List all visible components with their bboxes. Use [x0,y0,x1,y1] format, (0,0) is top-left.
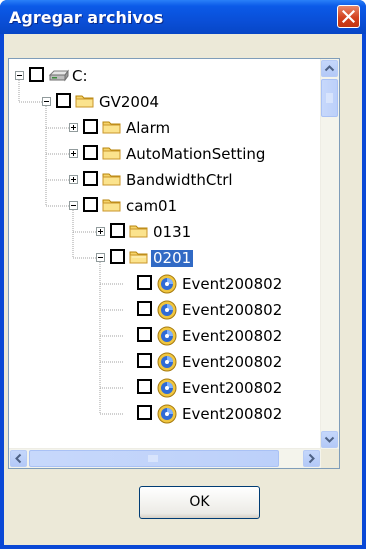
checkbox[interactable] [29,67,44,82]
arrow-down-icon [324,436,335,443]
tree-item-0131[interactable]: 0131 [9,221,321,243]
arrow-right-icon [308,453,315,464]
folder-icon [102,171,122,192]
event-file-icon [156,403,178,430]
scroll-right-button[interactable] [303,450,320,467]
tree-item-label: 0131 [153,223,192,241]
checkbox[interactable] [83,171,98,186]
tree-item-event-file[interactable]: Event200802 [9,351,321,373]
scrollbar-corner [321,449,339,468]
checkbox[interactable] [56,93,71,108]
arrow-left-icon [15,453,22,464]
tree-item-label: Event200802 [182,275,283,293]
expand-icon[interactable] [96,227,105,236]
tree-item-event-file[interactable]: Event200802 [9,273,321,295]
tree-content: C: GV2004 Alarm AutoMationSetting BandwidthC… [9,59,321,449]
folder-icon [129,223,149,244]
close-icon [342,10,355,23]
tree-item-0201[interactable]: 0201 [9,247,321,269]
tree-item-label: Alarm [126,119,171,137]
tree-item-label: Event200802 [182,379,283,397]
folder-tree-view[interactable]: C: GV2004 Alarm AutoMationSetting BandwidthC… [8,58,340,469]
close-button[interactable] [337,5,360,28]
tree-item-automationsetting[interactable]: AutoMationSetting [9,143,321,165]
checkbox[interactable] [137,301,152,316]
scroll-up-button[interactable] [321,60,338,77]
tree-item-label: Event200802 [182,301,283,319]
tree-item-label: GV2004 [99,93,160,111]
vertical-scrollbar[interactable] [320,59,339,449]
expand-icon[interactable] [69,175,78,184]
tree-item-label: BandwidthCtrl [126,171,233,189]
expand-icon[interactable] [69,123,78,132]
title-bar[interactable]: Agregar archivos [0,0,366,34]
folder-icon [129,249,149,270]
horizontal-scroll-thumb[interactable] [29,450,279,467]
drive-icon [48,69,70,88]
dialog-window: Agregar archivos C: GV2004 Alarm AutoMation… [0,0,366,549]
tree-item-label: Event200802 [182,405,283,423]
tree-item-alarm[interactable]: Alarm [9,117,321,139]
folder-icon [102,197,122,218]
checkbox[interactable] [110,223,125,238]
checkbox[interactable] [137,353,152,368]
folder-icon [102,119,122,140]
scroll-left-button[interactable] [10,450,27,467]
expand-icon[interactable] [69,149,78,158]
tree-item-gv2004[interactable]: GV2004 [9,91,321,113]
tree-item-event-file[interactable]: Event200802 [9,403,321,425]
tree-item-c-[interactable]: C: [9,65,321,87]
folder-icon [102,145,122,166]
ok-button[interactable]: OK [139,486,260,519]
folder-icon [75,93,95,114]
tree-item-label: C: [72,67,88,85]
event-file-icon [156,325,178,352]
checkbox[interactable] [110,249,125,264]
checkbox[interactable] [137,379,152,394]
checkbox[interactable] [83,197,98,212]
checkbox[interactable] [137,327,152,342]
checkbox[interactable] [83,145,98,160]
tree-item-label: Event200802 [182,327,283,345]
event-file-icon [156,273,178,300]
tree-item-cam01[interactable]: cam01 [9,195,321,217]
event-file-icon [156,377,178,404]
checkbox[interactable] [137,405,152,420]
tree-item-event-file[interactable]: Event200802 [9,325,321,347]
collapse-icon[interactable] [42,97,51,106]
window-title: Agregar archivos [9,8,164,27]
tree-item-event-file[interactable]: Event200802 [9,377,321,399]
event-file-icon [156,351,178,378]
collapse-icon[interactable] [15,71,24,80]
vertical-scroll-thumb[interactable] [321,79,338,117]
collapse-icon[interactable] [69,201,78,210]
checkbox[interactable] [137,275,152,290]
grip-icon [148,455,158,462]
tree-item-label: cam01 [126,197,178,215]
dialog-body: C: GV2004 Alarm AutoMationSetting BandwidthC… [4,34,362,545]
scroll-down-button[interactable] [321,431,338,448]
tree-item-label: AutoMationSetting [126,145,266,163]
tree-item-event-file[interactable]: Event200802 [9,299,321,321]
event-file-icon [156,299,178,326]
horizontal-scrollbar[interactable] [9,448,321,468]
tree-item-label: Event200802 [182,353,283,371]
tree-item-bandwidthctrl[interactable]: BandwidthCtrl [9,169,321,191]
tree-item-label: 0201 [151,249,194,267]
grip-icon [326,93,333,103]
collapse-icon[interactable] [96,253,105,262]
arrow-up-icon [324,65,335,72]
checkbox[interactable] [83,119,98,134]
